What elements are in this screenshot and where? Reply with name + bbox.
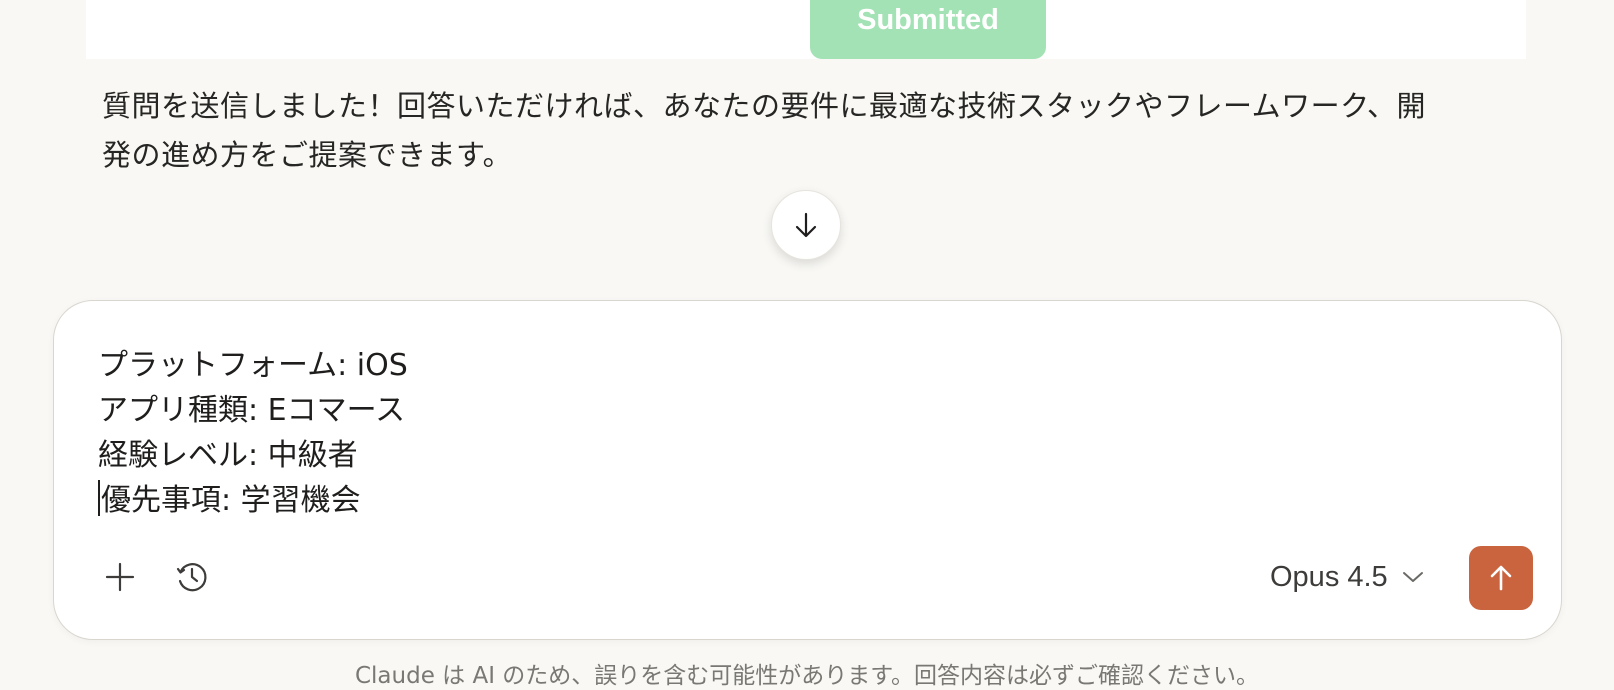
add-attachment-button[interactable] (92, 549, 148, 605)
composer-line: プラットフォーム: iOS (98, 348, 408, 383)
history-button[interactable] (164, 549, 220, 605)
scroll-down-button[interactable] (771, 190, 841, 260)
question-card (86, 0, 1526, 59)
assistant-message: 質問を送信しました！回答いただければ、あなたの要件に最適な技術スタックやフレーム… (102, 89, 1427, 172)
text-caret (98, 480, 100, 516)
model-selector[interactable]: Opus 4.5 (1270, 555, 1424, 599)
submitted-button[interactable]: Submitted (810, 0, 1046, 59)
arrow-up-icon (1490, 565, 1512, 591)
composer-line: 経験レベル: 中級者 (98, 438, 358, 473)
model-label: Opus 4.5 (1270, 560, 1388, 593)
plus-icon (105, 562, 135, 592)
disclaimer-text: Claude は AI のため、誤りを含む可能性があります。回答内容は必ずご確認… (354, 663, 1260, 689)
clock-icon (176, 563, 207, 592)
composer-line-last: 優先事項: 学習機会 (98, 478, 408, 523)
send-button[interactable] (1469, 546, 1533, 610)
chat-page: Submitted 質問を送信しました！回答いただければ、あなたの要件に最適な技… (0, 0, 1614, 690)
composer-input[interactable]: プラットフォーム: iOS アプリ種類: Eコマース 経験レベル: 中級者 優先… (98, 343, 408, 523)
arrow-down-icon (795, 212, 817, 238)
composer-line-text: 優先事項: 学習機会 (101, 483, 361, 518)
message-composer[interactable]: プラットフォーム: iOS アプリ種類: Eコマース 経験レベル: 中級者 優先… (53, 300, 1562, 640)
composer-line: アプリ種類: Eコマース (98, 393, 406, 428)
chevron-down-icon (1402, 572, 1423, 582)
